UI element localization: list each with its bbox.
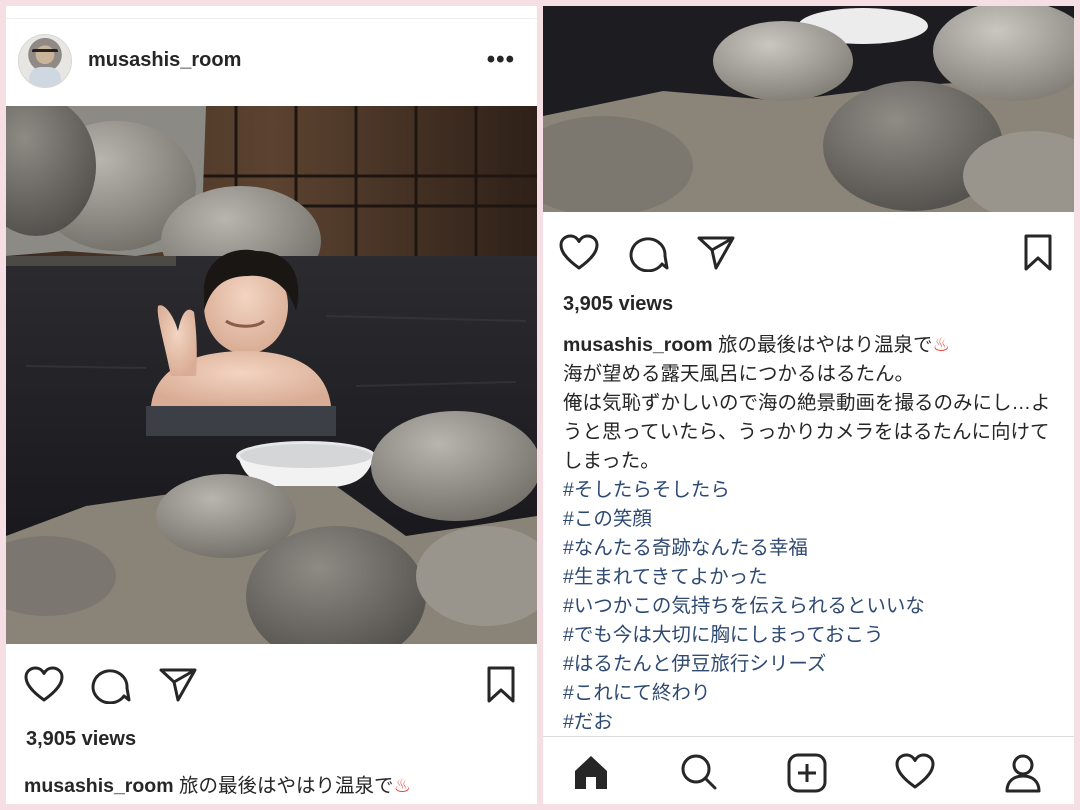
caption-username[interactable]: musashis_room — [563, 334, 713, 356]
bookmark-icon[interactable] — [486, 666, 516, 704]
post-photo-bottom-crop[interactable] — [543, 6, 1074, 212]
post-caption: musashis_room 旅の最後はやはり温泉で♨ 海が望める露天風呂につかる… — [563, 331, 1063, 737]
hashtag-link[interactable]: #なんたる奇跡なんたる幸福 — [563, 534, 1063, 563]
comment-icon[interactable] — [629, 234, 669, 272]
activity-heart-icon[interactable] — [895, 753, 935, 791]
new-post-icon[interactable] — [787, 753, 827, 793]
caption-line-1: 海が望める露天風呂につかるはるたん。 — [563, 363, 915, 385]
paper-plane-icon[interactable] — [158, 667, 198, 703]
bottom-nav-bar — [543, 736, 1074, 804]
right-screenshot-panel: 3,905 views musashis_room 旅の最後はやはり温泉で♨ 海… — [543, 6, 1074, 804]
post-action-row — [543, 230, 1074, 280]
hashtag-link[interactable]: #これにて終わり — [563, 679, 1063, 708]
hashtag-link[interactable]: #この笑顔 — [563, 505, 1063, 534]
hashtag-link[interactable]: #でも今は大切に胸にしまっておこう — [563, 621, 1063, 650]
avatar-glasses — [32, 49, 58, 59]
home-icon[interactable] — [571, 753, 611, 791]
left-screenshot-panel: musashis_room ••• 3,905 views musashis_r… — [6, 6, 537, 804]
heart-icon[interactable] — [559, 234, 599, 272]
comment-icon[interactable] — [91, 666, 131, 704]
profile-icon[interactable] — [1003, 753, 1043, 793]
bookmark-icon[interactable] — [1023, 234, 1053, 272]
caption-line-2: 俺は気恥ずかしいので海の絶景動画を撮るのみにし…ようと思っていたら、うっかりカメ… — [563, 392, 1051, 472]
hashtag-link[interactable]: #だお — [563, 708, 1063, 737]
post-header: musashis_room ••• — [6, 18, 537, 99]
hot-spring-emoji: ♨ — [932, 334, 950, 356]
post-photo[interactable] — [6, 106, 537, 644]
hashtag-link[interactable]: #生まれてきてよかった — [563, 563, 1063, 592]
search-icon[interactable] — [679, 753, 719, 791]
post-caption-preview: musashis_room 旅の最後はやはり温泉で♨ — [24, 769, 411, 798]
avatar-shirt — [29, 67, 61, 87]
hashtag-link[interactable]: #いつかこの気持ちを伝えられるといいな — [563, 592, 1063, 621]
hashtag-link[interactable]: #そしたらそしたら — [563, 476, 1063, 505]
more-options-icon[interactable]: ••• — [487, 46, 515, 74]
views-count[interactable]: 3,905 views — [26, 728, 136, 751]
caption-first-line: 旅の最後はやはり温泉で — [717, 334, 933, 356]
avatar[interactable] — [18, 34, 72, 88]
username[interactable]: musashis_room — [88, 49, 241, 72]
views-count[interactable]: 3,905 views — [563, 293, 673, 316]
hashtag-link[interactable]: #はるたんと伊豆旅行シリーズ — [563, 650, 1063, 679]
heart-icon[interactable] — [24, 666, 64, 704]
post-action-row — [6, 664, 537, 714]
hot-spring-emoji: ♨ — [393, 775, 411, 797]
paper-plane-icon[interactable] — [696, 235, 736, 271]
caption-header: musashis_room 旅の最後はやはり温泉で♨ — [563, 331, 1063, 360]
caption-first-line: 旅の最後はやはり温泉で — [178, 775, 394, 797]
caption-username[interactable]: musashis_room — [24, 775, 174, 797]
